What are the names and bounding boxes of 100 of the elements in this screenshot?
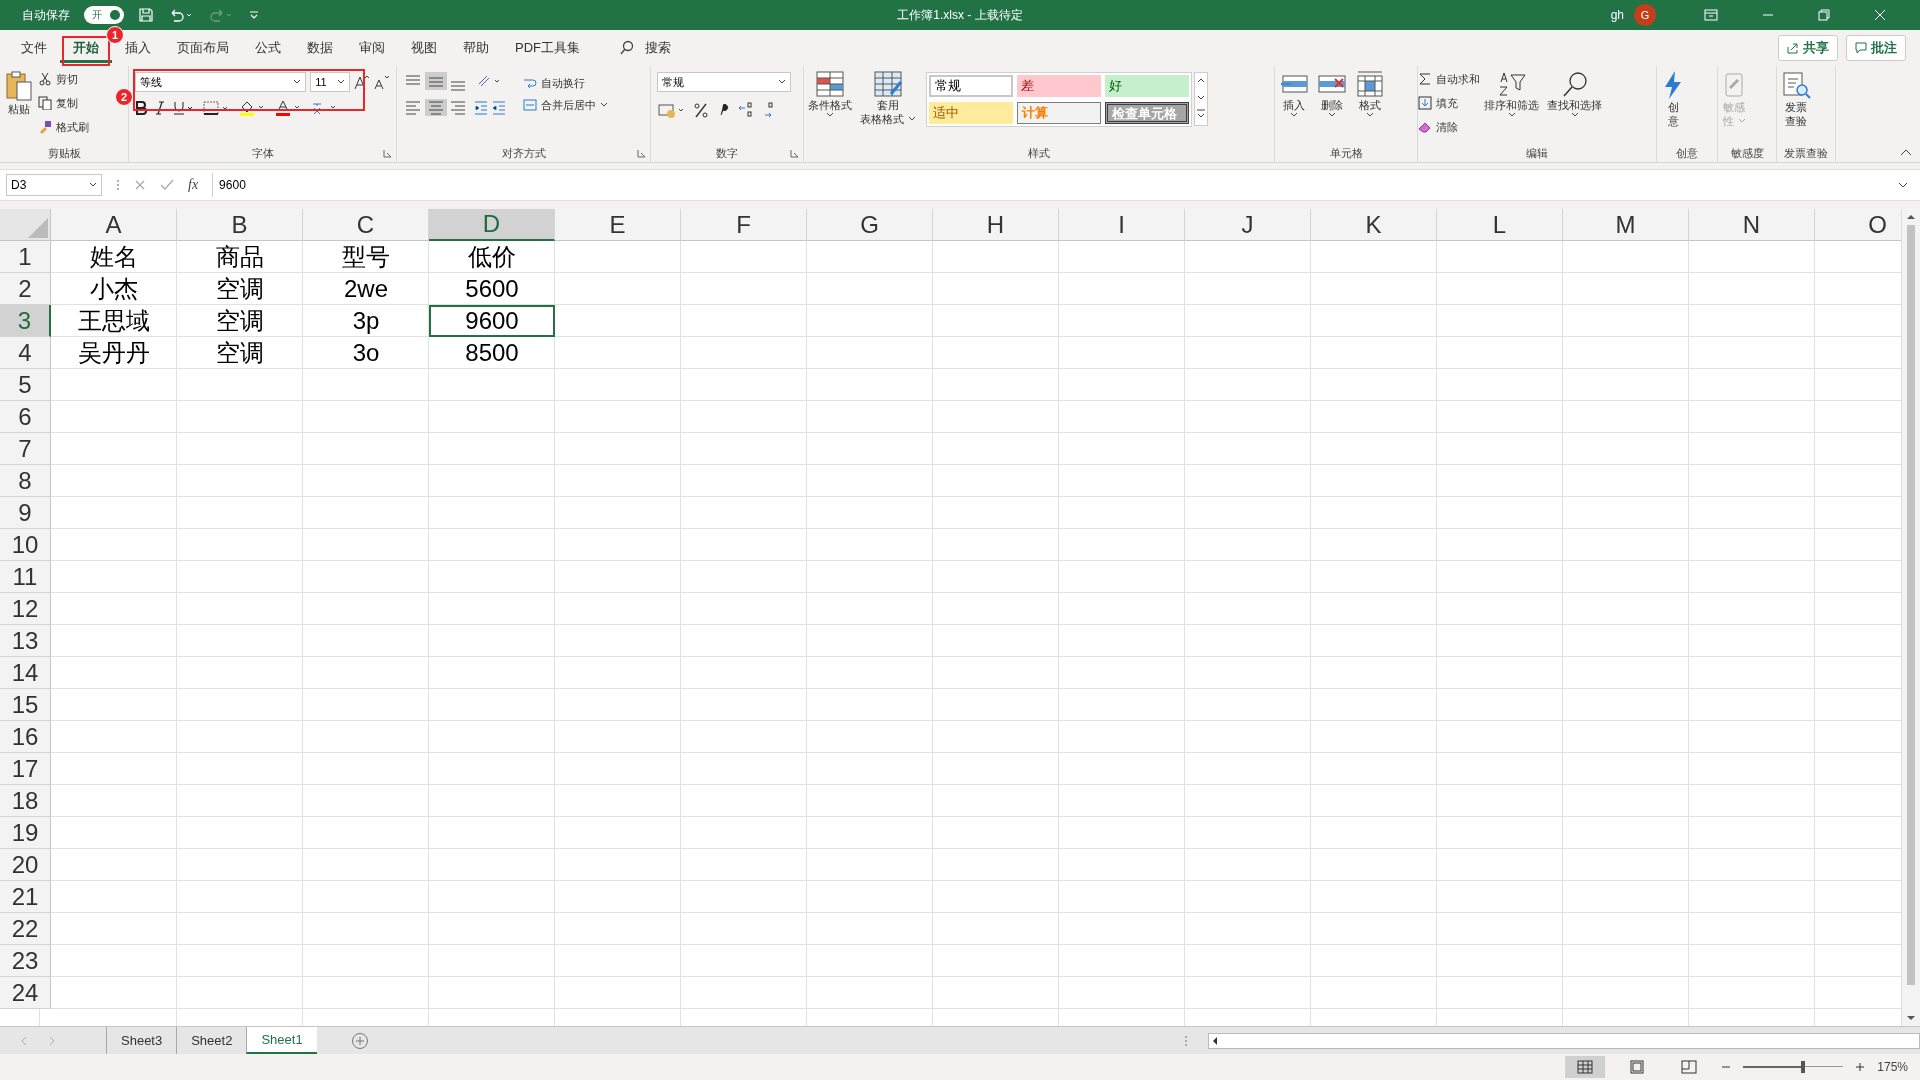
collapse-ribbon-icon[interactable] [1900, 148, 1912, 156]
column-header[interactable]: L [1437, 209, 1563, 241]
caret-icon[interactable] [89, 182, 97, 188]
format-as-table-button[interactable]: 套用 表格格式 [856, 66, 920, 126]
row-header[interactable]: 23 [0, 945, 51, 977]
column-header[interactable]: K [1311, 209, 1437, 241]
zoom-level[interactable]: 175% [1877, 1060, 1908, 1074]
avatar[interactable]: G [1634, 4, 1656, 26]
row-header[interactable]: 12 [0, 593, 51, 625]
delete-cells-button[interactable]: 删除 [1313, 66, 1351, 118]
dialog-launcher-icon[interactable] [383, 149, 392, 158]
expand-icon[interactable] [1898, 182, 1908, 188]
scroll-thumb[interactable] [1907, 225, 1915, 985]
search-label[interactable]: 搜索 [645, 39, 671, 57]
copy-button[interactable]: 复制 [38, 92, 89, 114]
ribbon-display-icon[interactable] [1704, 9, 1718, 21]
ribbon-tab[interactable]: 页面布局 [164, 33, 242, 63]
close-icon[interactable] [1874, 9, 1886, 21]
add-sheet-icon[interactable] [350, 1031, 369, 1050]
underline-icon[interactable] [173, 101, 195, 115]
comments-button[interactable]: 批注 [1846, 35, 1906, 61]
autosum-button[interactable]: 自动求和 [1418, 68, 1480, 90]
column-header[interactable]: G [807, 209, 933, 241]
row-header[interactable]: 14 [0, 657, 51, 689]
row-header[interactable]: 18 [0, 785, 51, 817]
column-header[interactable]: A [51, 209, 177, 241]
font-name-field[interactable]: 等线 [135, 72, 307, 92]
format-cells-button[interactable]: 格式 [1351, 66, 1389, 118]
shrink-font-icon[interactable] [374, 74, 390, 90]
cell-style-button[interactable]: 好 [1105, 75, 1189, 97]
ideas-button[interactable]: 创 意 [1657, 66, 1689, 128]
row-header[interactable]: 17 [0, 753, 51, 785]
share-button[interactable]: 共享 [1778, 35, 1838, 61]
insert-function-button[interactable]: fx [188, 177, 199, 193]
vertical-scrollbar[interactable] [1901, 209, 1920, 1026]
row-header[interactable]: 2 [0, 273, 51, 305]
dialog-launcher-icon[interactable] [637, 149, 646, 158]
ribbon-tab[interactable]: 视图 [398, 33, 450, 63]
number-format-field[interactable]: 常规 [657, 72, 791, 92]
drag-handle-icon[interactable] [116, 178, 120, 192]
row-header[interactable]: 15 [0, 689, 51, 721]
column-header[interactable]: B [177, 209, 303, 241]
column-header[interactable]: M [1563, 209, 1689, 241]
name-box[interactable]: D3 [6, 174, 102, 196]
invoice-check-button[interactable]: 发票 查验 [1777, 66, 1815, 128]
customize-icon[interactable] [248, 9, 260, 21]
formula-field[interactable]: 9600 [212, 173, 1914, 197]
row-header[interactable]: 16 [0, 721, 51, 753]
ribbon-tab[interactable]: 公式 [242, 33, 294, 63]
column-header[interactable]: J [1185, 209, 1311, 241]
row-header[interactable]: 13 [0, 625, 51, 657]
row-header[interactable]: 1 [0, 241, 51, 273]
ribbon-tab[interactable]: 审阅 [346, 33, 398, 63]
italic-icon[interactable] [155, 101, 165, 115]
conditional-formatting-button[interactable]: 条件格式 [804, 66, 856, 118]
fill-button[interactable]: 填充 [1418, 92, 1480, 114]
row-header[interactable]: 9 [0, 497, 51, 529]
column-header[interactable]: D [429, 209, 555, 241]
row-header[interactable]: 22 [0, 913, 51, 945]
ribbon-tab[interactable]: PDF工具集 [502, 33, 593, 63]
row-header[interactable]: 10 [0, 529, 51, 561]
cell-style-button[interactable]: 适中 [929, 102, 1013, 124]
sheet-tab[interactable]: Sheet1 [246, 1027, 317, 1054]
row-header[interactable]: 19 [0, 817, 51, 849]
ribbon-tab[interactable]: 帮助 [450, 33, 502, 63]
horizontal-scrollbar[interactable] [1208, 1032, 1920, 1049]
row-header[interactable]: 20 [0, 849, 51, 881]
cell-style-button[interactable]: 常规 [929, 75, 1013, 97]
merge-center-button[interactable]: 合并后居中 [523, 94, 596, 116]
column-header[interactable]: O [1815, 209, 1901, 241]
restore-icon[interactable] [1818, 9, 1830, 21]
column-header[interactable]: I [1059, 209, 1185, 241]
wrap-text-button[interactable]: 自动换行 [523, 72, 608, 94]
column-header[interactable]: C [303, 209, 429, 241]
caret-icon[interactable] [337, 79, 346, 85]
grow-font-icon[interactable] [354, 74, 371, 90]
find-select-button[interactable]: 查找和选择 [1543, 66, 1606, 118]
bold-icon[interactable] [135, 101, 147, 115]
column-header[interactable]: F [681, 209, 807, 241]
paste-button[interactable]: 粘贴 [0, 66, 38, 116]
insert-cells-button[interactable]: 插入 [1275, 66, 1313, 118]
scroll-up-icon[interactable] [1906, 213, 1916, 221]
row-header[interactable]: 21 [0, 881, 51, 913]
format-painter-button[interactable]: 格式刷 [38, 116, 89, 138]
scroll-down-icon[interactable] [1906, 1014, 1916, 1022]
ribbon-tab[interactable]: 文件 [8, 33, 60, 63]
column-header[interactable]: N [1689, 209, 1815, 241]
gallery-scroll-icon[interactable] [1194, 72, 1208, 126]
search-icon[interactable] [619, 40, 635, 56]
row-header[interactable]: 8 [0, 465, 51, 497]
cut-button[interactable]: 剪切 [38, 68, 89, 90]
normal-view-button[interactable] [1565, 1056, 1606, 1078]
caret-icon[interactable] [778, 79, 786, 85]
row-header[interactable]: 11 [0, 561, 51, 593]
row-header[interactable]: 5 [0, 369, 51, 401]
column-header[interactable]: H [933, 209, 1059, 241]
ribbon-tab[interactable]: 数据 [294, 33, 346, 63]
dialog-launcher-icon[interactable] [790, 149, 799, 158]
save-icon[interactable] [138, 7, 154, 23]
row-header[interactable]: 3 [0, 305, 51, 337]
